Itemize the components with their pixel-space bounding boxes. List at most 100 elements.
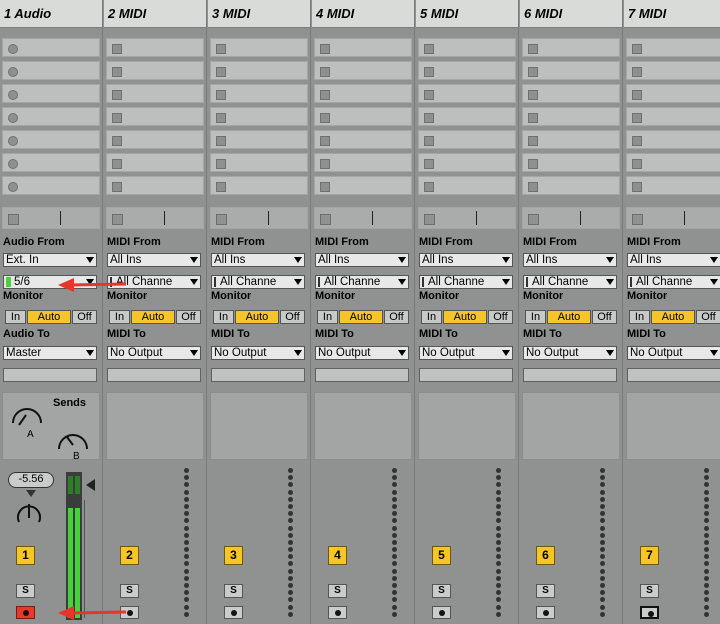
clip-stop-button-icon[interactable] (528, 182, 538, 192)
clip-stop-button-icon[interactable] (528, 44, 538, 54)
clip-slot[interactable] (210, 61, 308, 80)
clip-stop-button-icon[interactable] (320, 44, 330, 54)
solo-button[interactable]: S (432, 584, 451, 598)
arm-record-button[interactable] (328, 606, 347, 619)
clip-stop-button-icon[interactable] (424, 159, 434, 169)
clip-slot[interactable] (106, 130, 204, 149)
clip-slot[interactable] (314, 38, 412, 57)
output-channel-dropdown[interactable] (211, 368, 305, 382)
clip-stop-button-icon[interactable] (112, 182, 122, 192)
clip-slot[interactable] (210, 176, 308, 195)
send-a-knob[interactable] (12, 408, 42, 426)
volume-fader-handle-icon[interactable] (86, 479, 95, 491)
solo-button[interactable]: S (16, 584, 35, 598)
clip-slot[interactable] (210, 38, 308, 57)
clip-slot[interactable] (522, 153, 620, 172)
output-type-dropdown[interactable]: No Output (211, 346, 305, 360)
clip-stop-button-icon[interactable] (112, 136, 122, 146)
monitor-auto-button[interactable]: Auto (131, 310, 175, 324)
monitor-off-button[interactable]: Off (384, 310, 409, 324)
output-type-dropdown[interactable]: No Output (107, 346, 201, 360)
output-type-dropdown[interactable]: No Output (523, 346, 617, 360)
clip-stop-button-icon[interactable] (320, 67, 330, 77)
clip-slot[interactable] (106, 61, 204, 80)
clip-slot[interactable] (314, 84, 412, 103)
clip-stop-button-icon[interactable] (528, 90, 538, 100)
clip-stop-button-icon[interactable] (216, 113, 226, 123)
clip-slot[interactable] (314, 130, 412, 149)
arm-record-button[interactable] (16, 606, 35, 619)
clip-stop-button-icon[interactable] (320, 182, 330, 192)
clip-slot[interactable] (418, 130, 516, 149)
arm-record-button[interactable] (224, 606, 243, 619)
clip-slot[interactable] (2, 153, 100, 172)
input-type-dropdown[interactable]: Ext. In (3, 253, 97, 267)
clip-stop-button-icon[interactable] (216, 136, 226, 146)
clip-slot[interactable] (626, 84, 720, 103)
clip-slot[interactable] (626, 153, 720, 172)
clip-slot-led-icon[interactable] (8, 159, 18, 169)
clip-slot[interactable] (626, 38, 720, 57)
monitor-in-button[interactable]: In (421, 310, 442, 324)
send-b-knob[interactable] (58, 434, 88, 450)
clip-slot[interactable] (210, 107, 308, 126)
monitor-auto-button[interactable]: Auto (339, 310, 383, 324)
stop-all-clips-button[interactable] (320, 214, 331, 225)
clip-slot-led-icon[interactable] (8, 182, 18, 192)
monitor-in-button[interactable]: In (525, 310, 546, 324)
output-type-dropdown[interactable]: No Output (315, 346, 409, 360)
clip-slot[interactable] (418, 84, 516, 103)
stop-all-clips-button[interactable] (216, 214, 227, 225)
stop-all-clips-button[interactable] (112, 214, 123, 225)
track-activator-button[interactable]: 3 (224, 546, 243, 565)
output-channel-dropdown[interactable] (107, 368, 201, 382)
monitor-auto-button[interactable]: Auto (235, 310, 279, 324)
clip-slot[interactable] (2, 176, 100, 195)
track-activator-button[interactable]: 1 (16, 546, 35, 565)
monitor-in-button[interactable]: In (109, 310, 130, 324)
volume-value-field[interactable]: -5.56 (8, 472, 54, 488)
monitor-in-button[interactable]: In (5, 310, 26, 324)
clip-slot[interactable] (418, 61, 516, 80)
clip-stop-button-icon[interactable] (424, 136, 434, 146)
solo-button[interactable]: S (120, 584, 139, 598)
stop-all-clips-button[interactable] (632, 214, 643, 225)
clip-stop-button-icon[interactable] (424, 90, 434, 100)
clip-stop-button-icon[interactable] (320, 136, 330, 146)
input-type-dropdown[interactable]: All Ins (315, 253, 409, 267)
clip-stop-button-icon[interactable] (632, 90, 642, 100)
clip-slot[interactable] (210, 84, 308, 103)
clip-slot[interactable] (626, 107, 720, 126)
clip-stop-button-icon[interactable] (632, 44, 642, 54)
clip-slot[interactable] (2, 130, 100, 149)
clip-stop-button-icon[interactable] (632, 182, 642, 192)
clip-slot[interactable] (626, 130, 720, 149)
clip-slot[interactable] (522, 176, 620, 195)
clip-slot[interactable] (210, 130, 308, 149)
clip-slot[interactable] (626, 176, 720, 195)
solo-button[interactable]: S (536, 584, 555, 598)
clip-slot[interactable] (522, 130, 620, 149)
output-channel-dropdown[interactable] (627, 368, 720, 382)
monitor-auto-button[interactable]: Auto (27, 310, 71, 324)
clip-slot[interactable] (522, 107, 620, 126)
clip-stop-button-icon[interactable] (424, 182, 434, 192)
monitor-in-button[interactable]: In (629, 310, 650, 324)
input-channel-dropdown[interactable]: All Channe (211, 275, 305, 289)
clip-slot[interactable] (314, 61, 412, 80)
clip-stop-button-icon[interactable] (528, 159, 538, 169)
stop-all-clips-button[interactable] (528, 214, 539, 225)
clip-slot[interactable] (418, 38, 516, 57)
clip-stop-button-icon[interactable] (528, 67, 538, 77)
track-header[interactable]: 5 MIDI (416, 0, 518, 28)
clip-slot[interactable] (106, 84, 204, 103)
input-type-dropdown[interactable]: All Ins (107, 253, 201, 267)
clip-slot[interactable] (522, 84, 620, 103)
monitor-auto-button[interactable]: Auto (651, 310, 695, 324)
stop-all-clips-button[interactable] (424, 214, 435, 225)
monitor-auto-button[interactable]: Auto (443, 310, 487, 324)
pan-knob[interactable] (16, 500, 42, 526)
clip-stop-button-icon[interactable] (216, 182, 226, 192)
clip-slot-led-icon[interactable] (8, 136, 18, 146)
output-type-dropdown[interactable]: Master (3, 346, 97, 360)
